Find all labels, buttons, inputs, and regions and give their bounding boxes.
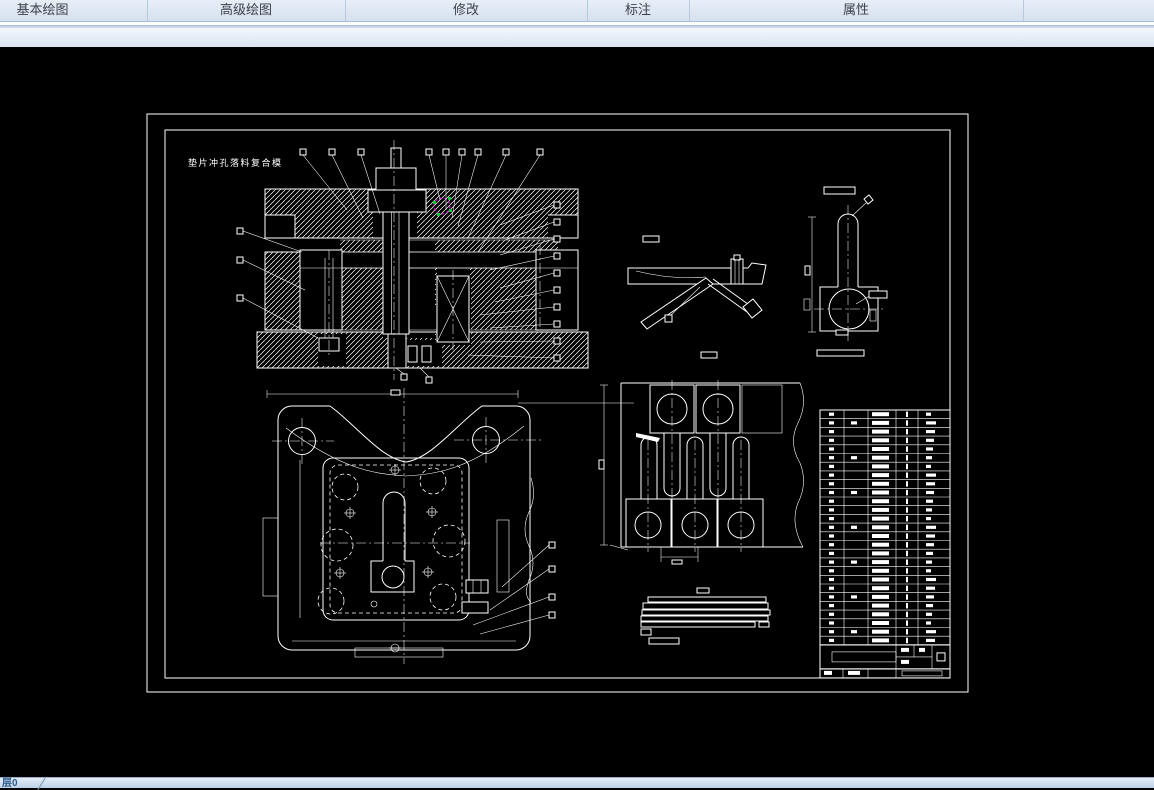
bracket-part-view [804, 187, 887, 356]
tab-advanced-draw[interactable]: 高级绘图 [147, 0, 346, 21]
plan-view [263, 388, 634, 664]
layer-tab[interactable]: 层0 [2, 778, 18, 789]
tab-basic-draw[interactable]: 基本绘图 [0, 0, 148, 21]
ribbon-tabbar: 基本绘图 高级绘图 修改 标注 属性 [0, 0, 1154, 21]
drawing-canvas[interactable]: 垫片冲孔落料复合模 [0, 47, 1154, 777]
tab-properties[interactable]: 属性 [689, 0, 1024, 21]
lever-detail-view [628, 236, 766, 329]
tab-annotate[interactable]: 标注 [587, 0, 690, 21]
strip-layout-view [599, 352, 804, 564]
small-bolts [334, 464, 438, 652]
ribbon-bottom-edge [0, 21, 1154, 28]
tab-slash-icon [37, 778, 45, 790]
section-view [257, 140, 588, 380]
ribbon-panel [0, 28, 1154, 47]
status-bar: 层0 [0, 777, 1154, 788]
stacked-strips-view [641, 588, 770, 644]
tab-spacer [1023, 0, 1154, 21]
drawing-title: 垫片冲孔落料复合模 [188, 157, 283, 169]
tab-modify[interactable]: 修改 [345, 0, 588, 21]
bom-table [820, 410, 950, 678]
cad-drawing: 垫片冲孔落料复合模 [0, 47, 1154, 777]
